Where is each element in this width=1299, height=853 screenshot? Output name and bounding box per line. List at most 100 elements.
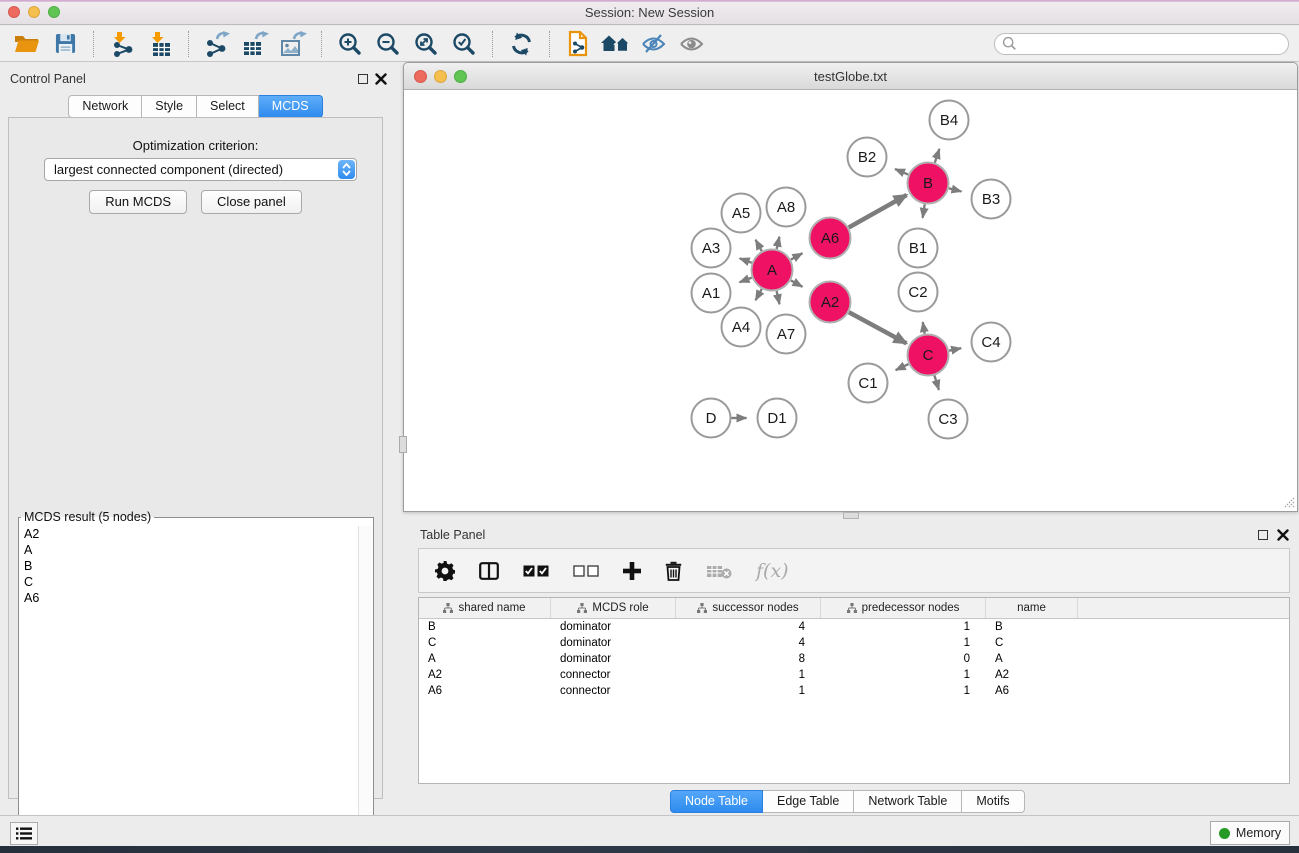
edge-C-C3[interactable] — [934, 376, 938, 390]
tab-network[interactable]: Network — [68, 95, 142, 118]
tab-node-table[interactable]: Node Table — [670, 790, 763, 813]
zoom-in-button[interactable] — [331, 28, 369, 60]
apply-layout-button[interactable] — [502, 28, 540, 60]
mcds-result-item[interactable]: A — [20, 542, 358, 558]
import-table-button[interactable] — [141, 28, 179, 60]
zoom-fit-button[interactable] — [407, 28, 445, 60]
tab-select[interactable]: Select — [197, 95, 259, 118]
table-header-row: shared nameMCDS rolesuccessor nodesprede… — [419, 598, 1289, 619]
float-panel-icon[interactable] — [358, 74, 368, 84]
result-list-scrollbar[interactable] — [358, 526, 372, 846]
table-toolbar: f(x) — [418, 548, 1290, 593]
node-label-B4: B4 — [940, 112, 958, 129]
show-all-networks-button[interactable] — [597, 28, 635, 60]
edge-B-B3[interactable] — [949, 188, 962, 191]
table-row[interactable]: A2connector11A2 — [419, 667, 1289, 683]
table-row[interactable]: A6connector11A6 — [419, 683, 1289, 699]
mcds-result-item[interactable]: B — [20, 558, 358, 574]
duplicate-network-button[interactable] — [559, 28, 597, 60]
network-canvas[interactable]: B4B2BB3A5A8A6B1A3AA1C2A2A4A7C4CC1C3DD1 — [405, 90, 1297, 511]
table-cell: 1 — [821, 685, 986, 697]
column-header-name[interactable]: name — [986, 598, 1078, 618]
edge-B-B1[interactable] — [923, 204, 925, 218]
column-header-shared-name[interactable]: shared name — [419, 598, 551, 618]
mcds-result-item[interactable]: A6 — [20, 590, 358, 606]
column-header-MCDS-role[interactable]: MCDS role — [551, 598, 676, 618]
delete-column-button[interactable] — [665, 561, 682, 581]
table-cell: A — [986, 653, 1078, 665]
tab-edge-table[interactable]: Edge Table — [763, 790, 854, 813]
mcds-buttons-row: Run MCDS Close panel — [9, 190, 382, 214]
export-table-button[interactable] — [236, 28, 274, 60]
tab-network-table[interactable]: Network Table — [854, 790, 962, 813]
mcds-result-list[interactable]: A2ABCA6 — [20, 526, 358, 846]
memory-button[interactable]: Memory — [1210, 821, 1290, 845]
search-input[interactable] — [1017, 35, 1288, 53]
mcds-result-box: MCDS result (5 nodes) A2ABCA6 — [18, 510, 374, 848]
open-session-button[interactable] — [8, 28, 46, 60]
edge-A6-B[interactable] — [849, 195, 907, 227]
run-mcds-button[interactable]: Run MCDS — [89, 190, 187, 214]
edge-A-A2[interactable] — [791, 280, 803, 286]
window-resize-grip[interactable] — [1282, 496, 1295, 509]
table-close-panel-icon[interactable] — [1277, 529, 1289, 541]
tab-motifs[interactable]: Motifs — [962, 790, 1024, 813]
edge-A-A3[interactable] — [740, 258, 752, 262]
table-row[interactable]: Cdominator41C — [419, 635, 1289, 651]
close-panel-button[interactable]: Close panel — [201, 190, 302, 214]
deselect-all-columns-button[interactable] — [573, 565, 599, 577]
search-field[interactable] — [994, 33, 1289, 55]
task-history-button[interactable] — [10, 822, 38, 845]
table-cell: 1 — [676, 685, 821, 697]
memory-label: Memory — [1236, 826, 1281, 840]
select-all-columns-button[interactable] — [523, 565, 549, 577]
node-label-A5: A5 — [732, 205, 750, 222]
save-icon — [55, 33, 76, 54]
column-type-icon — [577, 603, 587, 613]
edge-A-A1[interactable] — [740, 278, 752, 283]
tab-mcds[interactable]: MCDS — [259, 95, 323, 118]
edge-A-A8[interactable] — [777, 237, 780, 249]
table-row[interactable]: Bdominator41B — [419, 619, 1289, 635]
zoom-selected-button[interactable] — [445, 28, 483, 60]
zoom-out-button[interactable] — [369, 28, 407, 60]
edge-C-C4[interactable] — [949, 348, 961, 350]
node-table: shared nameMCDS rolesuccessor nodesprede… — [418, 597, 1290, 784]
close-panel-icon[interactable] — [375, 73, 387, 85]
network-graph[interactable]: B4B2BB3A5A8A6B1A3AA1C2A2A4A7C4CC1C3DD1 — [405, 90, 1297, 511]
edge-C-C2[interactable] — [923, 322, 925, 334]
column-header-predecessor-nodes[interactable]: predecessor nodes — [821, 598, 986, 618]
edge-A-A5[interactable] — [756, 240, 762, 251]
save-session-button[interactable] — [46, 28, 84, 60]
import-network-button[interactable] — [103, 28, 141, 60]
edge-B-B2[interactable] — [895, 169, 908, 175]
edge-C-C1[interactable] — [896, 364, 909, 370]
panel-splitter-grip[interactable] — [399, 436, 407, 453]
table-float-panel-icon[interactable] — [1258, 530, 1268, 540]
zoom-out-icon — [376, 32, 400, 56]
table-settings-button[interactable] — [435, 561, 455, 581]
toggle-column-view-button[interactable] — [479, 562, 499, 580]
edge-A-A7[interactable] — [777, 291, 780, 304]
mcds-result-legend: MCDS result (5 nodes) — [21, 510, 154, 524]
column-header-successor-nodes[interactable]: successor nodes — [676, 598, 821, 618]
tab-style[interactable]: Style — [142, 95, 197, 118]
edge-A-A4[interactable] — [756, 289, 762, 300]
titlebar: Session: New Session — [0, 0, 1299, 25]
edge-A-A6[interactable] — [791, 253, 803, 259]
network-window-titlebar[interactable]: testGlobe.txt — [404, 63, 1297, 90]
mcds-result-item[interactable]: A2 — [20, 526, 358, 542]
export-network-button[interactable] — [198, 28, 236, 60]
table-row[interactable]: Adominator80A — [419, 651, 1289, 667]
create-column-button[interactable] — [623, 562, 641, 580]
mcds-result-item[interactable]: C — [20, 574, 358, 590]
open-folder-icon — [14, 33, 40, 54]
gear-icon — [435, 561, 455, 581]
export-image-button[interactable] — [274, 28, 312, 60]
criterion-dropdown[interactable]: largest connected component (directed) — [44, 158, 357, 181]
horizontal-splitter-grip[interactable] — [843, 512, 859, 519]
hide-graphics-details-button[interactable] — [635, 28, 673, 60]
show-graphics-details-button[interactable] — [673, 28, 711, 60]
edge-A2-C[interactable] — [849, 312, 907, 343]
edge-B-B4[interactable] — [935, 149, 940, 163]
